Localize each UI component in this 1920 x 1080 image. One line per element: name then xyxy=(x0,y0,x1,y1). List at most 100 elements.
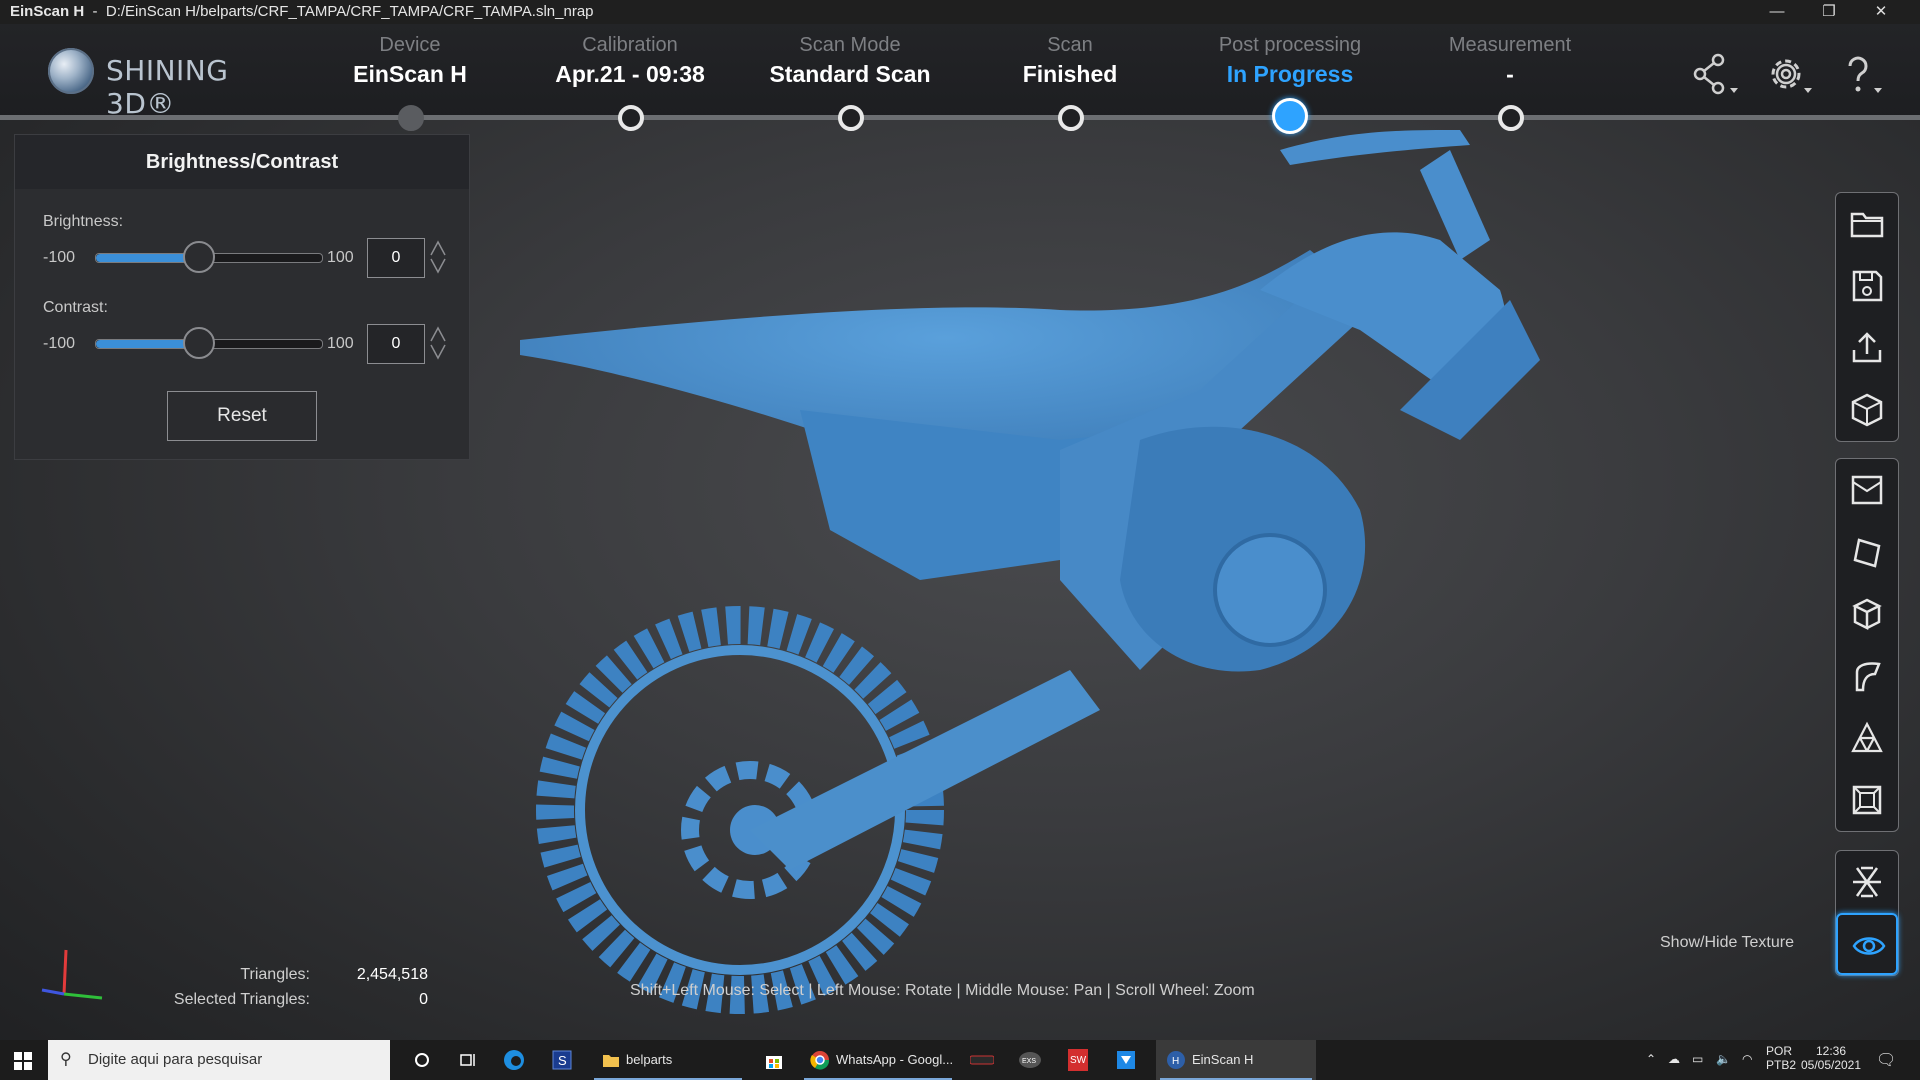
rotate-icon xyxy=(1853,538,1881,568)
fill-holes-button[interactable] xyxy=(1836,769,1898,831)
show-texture-icon xyxy=(1852,937,1886,955)
language-code: POR xyxy=(1766,1044,1793,1058)
selected-triangles-label: Selected Triangles: xyxy=(173,991,310,1008)
axis-gizmo-icon xyxy=(41,949,103,1000)
mesh-triangle-button[interactable] xyxy=(1836,707,1898,769)
taskbar-app-label: EinScan H xyxy=(1192,1052,1254,1067)
mesh-triangle-icon xyxy=(1851,721,1883,753)
brightness-slider-handle[interactable] xyxy=(183,241,215,273)
volume-icon[interactable]: 🔈 xyxy=(1716,1052,1731,1066)
header: SHINING 3D® Device EinScan H Calibration… xyxy=(0,24,1920,134)
chrome-icon xyxy=(810,1051,830,1070)
clock[interactable]: 12:36 05/05/2021 xyxy=(1800,1044,1862,1072)
brightness-label: Brightness: xyxy=(43,213,124,230)
step-label: Measurement xyxy=(1448,34,1572,56)
show-hide-texture-tooltip: Show/Hide Texture xyxy=(1660,934,1794,951)
search-placeholder: Digite aqui para pesquisar xyxy=(88,1051,263,1068)
hide-button[interactable] xyxy=(1836,851,1898,913)
edge-button[interactable] xyxy=(492,1040,536,1080)
language-indicator[interactable]: POR PTB2 xyxy=(1766,1044,1796,1072)
title-separator: - xyxy=(92,3,98,20)
app-s-button[interactable]: S xyxy=(540,1040,584,1080)
edge-icon xyxy=(504,1050,524,1070)
restore-button[interactable]: ❐ xyxy=(1806,0,1852,24)
step-label: Calibration xyxy=(582,34,678,56)
taskbar-app-belparts[interactable]: belparts xyxy=(590,1040,746,1080)
triangles-label: Triangles: xyxy=(240,966,310,983)
title-bar: EinScan H - D:/EinScan H/belparts/CRF_TA… xyxy=(0,0,1920,24)
window-file-path: D:/EinScan H/belparts/CRF_TAMPA/CRF_TAMP… xyxy=(105,3,594,20)
einscan-alt-button[interactable]: EXS xyxy=(1008,1040,1052,1080)
minimize-button[interactable]: — xyxy=(1754,0,1800,24)
reset-button[interactable]: Reset xyxy=(167,391,317,441)
task-view-icon xyxy=(460,1054,475,1066)
cube-tool-button[interactable] xyxy=(1836,583,1898,645)
step-node-device[interactable] xyxy=(398,105,424,131)
start-button[interactable] xyxy=(0,1040,46,1080)
rotate-tool-button[interactable] xyxy=(1836,521,1898,583)
tray-expand-icon[interactable]: ⌃ xyxy=(1646,1052,1656,1066)
solidworks-button[interactable]: SW xyxy=(1056,1040,1100,1080)
contrast-max: 100 xyxy=(327,335,354,352)
settings-icon[interactable] xyxy=(1762,52,1820,96)
panel-title: Brightness/Contrast xyxy=(15,135,469,189)
app-blue-button[interactable] xyxy=(1104,1040,1148,1080)
save-icon xyxy=(1852,270,1883,302)
battery-icon[interactable]: ▭ xyxy=(1692,1052,1703,1066)
mesh-view-button[interactable] xyxy=(1836,379,1898,441)
save-button[interactable] xyxy=(1836,255,1898,317)
app-blue-icon xyxy=(1117,1051,1135,1069)
svg-text:H: H xyxy=(1172,1056,1179,1067)
brightness-spinner[interactable] xyxy=(429,238,447,276)
svg-text:EXS: EXS xyxy=(1022,1058,1036,1065)
close-button[interactable]: ✕ xyxy=(1858,0,1904,24)
notification-icon[interactable]: 🗨 xyxy=(1876,1050,1896,1070)
motorcycle-mesh-model[interactable] xyxy=(500,110,1600,1030)
step-device[interactable]: Device EinScan H xyxy=(300,34,520,88)
step-label: Scan xyxy=(1047,34,1093,56)
spinner-arrows-icon xyxy=(430,326,446,360)
search-icon: ⚲ xyxy=(60,1051,72,1068)
step-post-processing[interactable]: Post processing In Progress xyxy=(1180,34,1400,88)
step-scan-mode[interactable]: Scan Mode Standard Scan xyxy=(740,34,960,88)
brightness-max: 100 xyxy=(327,249,354,266)
tray-app-icon[interactable]: ☁ xyxy=(1668,1052,1680,1066)
box-tool-button[interactable] xyxy=(1836,459,1898,521)
task-view-button[interactable] xyxy=(446,1040,490,1080)
cortana-button[interactable] xyxy=(400,1040,444,1080)
wifi-icon[interactable]: ◠ xyxy=(1742,1052,1752,1066)
app-red-icon xyxy=(970,1055,994,1065)
contrast-value-field[interactable]: 0 xyxy=(367,324,425,364)
step-value: EinScan H xyxy=(353,61,467,87)
spinner-arrows-icon xyxy=(430,240,446,274)
open-folder-button[interactable] xyxy=(1836,193,1898,255)
taskbar-app-label: belparts xyxy=(626,1052,673,1067)
share-icon[interactable] xyxy=(1688,52,1746,96)
edit-toolbar-group xyxy=(1835,458,1899,832)
brightness-contrast-panel: Brightness/Contrast Brightness: -100 100… xyxy=(14,134,470,460)
brightness-value-field[interactable]: 0 xyxy=(367,238,425,278)
svg-text:S: S xyxy=(558,1053,567,1068)
taskbar-app-einscan[interactable]: H EinScan H xyxy=(1156,1040,1316,1080)
curvature-tool-button[interactable] xyxy=(1836,645,1898,707)
step-scan[interactable]: Scan Finished xyxy=(960,34,1180,88)
taskbar-search-box[interactable]: ⚲ Digite aqui para pesquisar xyxy=(48,1040,390,1080)
contrast-slider-handle[interactable] xyxy=(183,327,215,359)
step-label: Post processing xyxy=(1218,34,1362,56)
einscan-icon: H xyxy=(1167,1051,1185,1069)
export-button[interactable] xyxy=(1836,317,1898,379)
help-icon[interactable] xyxy=(1836,52,1894,96)
contrast-spinner[interactable] xyxy=(429,324,447,362)
step-measurement[interactable]: Measurement - xyxy=(1400,34,1620,88)
globe-icon xyxy=(48,48,94,94)
step-value: In Progress xyxy=(1226,61,1354,87)
taskbar-app-whatsapp[interactable]: WhatsApp - Googl... xyxy=(800,1040,956,1080)
open-folder-icon xyxy=(1850,212,1884,238)
cube-icon xyxy=(1852,598,1882,631)
step-value: Apr.21 - 09:38 xyxy=(555,61,705,87)
store-button[interactable] xyxy=(752,1040,796,1080)
show-texture-button[interactable] xyxy=(1836,913,1898,975)
app-red-button[interactable] xyxy=(960,1040,1004,1080)
clock-time: 12:36 xyxy=(1815,1044,1847,1058)
step-calibration[interactable]: Calibration Apr.21 - 09:38 xyxy=(520,34,740,88)
